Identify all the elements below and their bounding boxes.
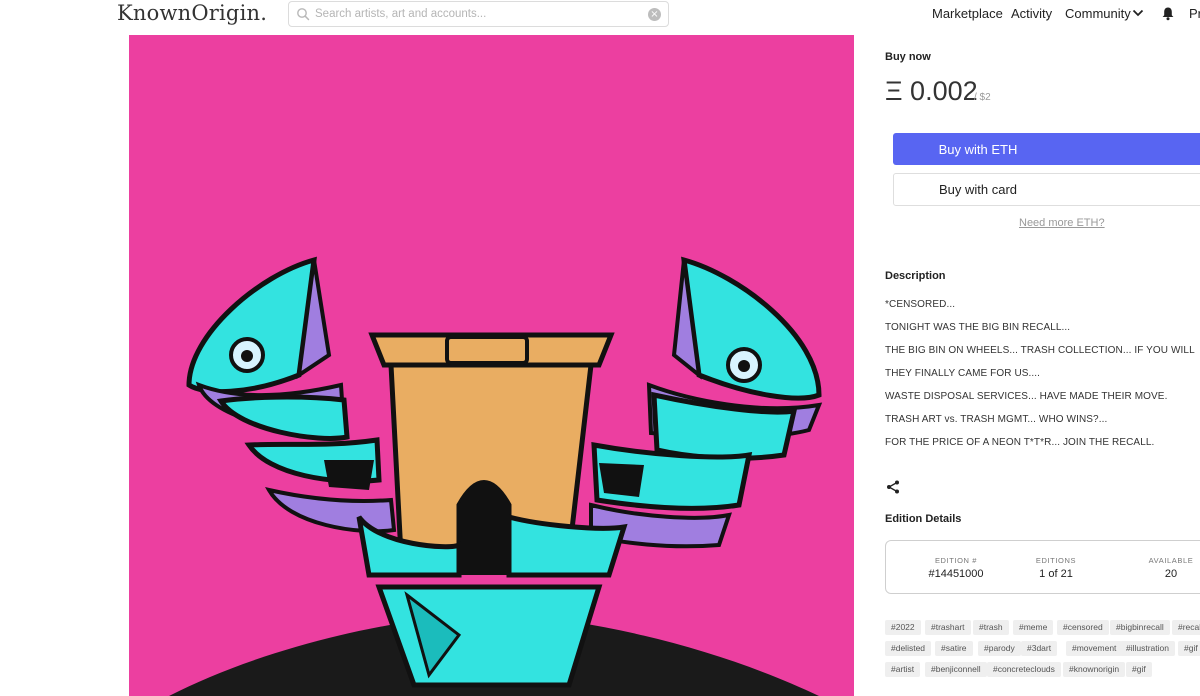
- tag-chip[interactable]: #knownorigin: [1063, 662, 1126, 677]
- tag-chip[interactable]: #movement: [1066, 641, 1123, 656]
- tag-chip[interactable]: #3dart: [1021, 641, 1058, 656]
- edition-details-card: EDITION # #14451000 EDITIONS 1 of 21 AVA…: [885, 540, 1200, 594]
- tag-chip[interactable]: #illustration: [1120, 641, 1175, 656]
- tag-chip[interactable]: #meme: [1013, 620, 1054, 635]
- top-nav-bar: KnownOrigin. × Marketplace Activity Comm…: [0, 0, 1200, 30]
- tag-chip[interactable]: #parody: [978, 641, 1021, 656]
- nav-marketplace[interactable]: Marketplace: [932, 6, 1003, 21]
- search-input[interactable]: [315, 5, 635, 23]
- tag-chip[interactable]: #satire: [935, 641, 973, 656]
- buy-with-eth-button[interactable]: Buy with ETH: [893, 133, 1200, 165]
- artwork-illustration: [129, 35, 854, 696]
- tag-chip[interactable]: #concreteclouds: [987, 662, 1061, 677]
- description-line: THE BIG BIN ON WHEELS... TRASH COLLECTIO…: [885, 345, 1195, 356]
- share-icon[interactable]: [886, 480, 900, 494]
- buy-now-label: Buy now: [885, 51, 931, 63]
- chevron-down-icon[interactable]: [1132, 9, 1144, 17]
- search-bar[interactable]: ×: [288, 1, 669, 27]
- buy-with-card-button[interactable]: Buy with card: [893, 173, 1200, 206]
- edition-details-heading: Edition Details: [885, 513, 962, 525]
- description-line: TONIGHT WAS THE BIG BIN RECALL...: [885, 322, 1071, 333]
- tag-chip[interactable]: #censored: [1057, 620, 1109, 635]
- tag-chip[interactable]: #gif: [1126, 662, 1152, 677]
- edition-number-value: #14451000: [928, 568, 984, 580]
- description-line: *CENSORED...: [885, 299, 956, 310]
- editions-stat: EDITIONS 1 of 21: [1026, 556, 1086, 580]
- tag-chip[interactable]: #trashart: [925, 620, 971, 635]
- price-eth: Ξ 0.002: [885, 76, 978, 106]
- description-line: FOR THE PRICE OF A NEON T*T*R... JOIN TH…: [885, 437, 1155, 448]
- tag-chip[interactable]: #gif: [1178, 641, 1200, 656]
- artwork-image[interactable]: [129, 35, 854, 696]
- editions-value: 1 of 21: [1039, 568, 1073, 580]
- tag-chip[interactable]: #recall: [1172, 620, 1200, 635]
- available-value: 20: [1164, 568, 1178, 580]
- need-more-eth-link[interactable]: Need more ETH?: [1019, 217, 1105, 229]
- description-line: THEY FINALLY CAME FOR US....: [885, 368, 1041, 379]
- available-stat: AVAILABLE 20: [1136, 556, 1200, 580]
- nav-community[interactable]: Community: [1065, 6, 1131, 21]
- clear-search-icon[interactable]: ×: [648, 8, 661, 21]
- available-label: AVAILABLE: [1148, 556, 1194, 565]
- description-line: WASTE DISPOSAL SERVICES... HAVE MADE THE…: [885, 391, 1168, 402]
- edition-number-label: EDITION #: [934, 556, 978, 565]
- tag-chip[interactable]: #delisted: [885, 641, 932, 656]
- editions-label: EDITIONS: [1035, 556, 1077, 565]
- tag-chip[interactable]: #benjiconnell: [925, 662, 987, 677]
- tag-chip[interactable]: #2022: [885, 620, 921, 635]
- description-line: TRASH ART vs. TRASH MGMT... WHO WINS?...: [885, 414, 1108, 425]
- nav-activity[interactable]: Activity: [1011, 6, 1052, 21]
- description-heading: Description: [885, 270, 946, 282]
- tag-chip[interactable]: #artist: [885, 662, 921, 677]
- search-icon: [297, 8, 310, 21]
- nav-profile[interactable]: Pr: [1189, 6, 1200, 21]
- price-usd: / $2: [974, 92, 991, 103]
- tag-chip[interactable]: #bigbinrecall: [1110, 620, 1170, 635]
- knownorigin-logo[interactable]: KnownOrigin.: [117, 1, 267, 25]
- bell-icon[interactable]: [1161, 6, 1175, 21]
- tag-chip[interactable]: #trash: [973, 620, 1009, 635]
- edition-number-stat: EDITION # #14451000: [916, 556, 996, 580]
